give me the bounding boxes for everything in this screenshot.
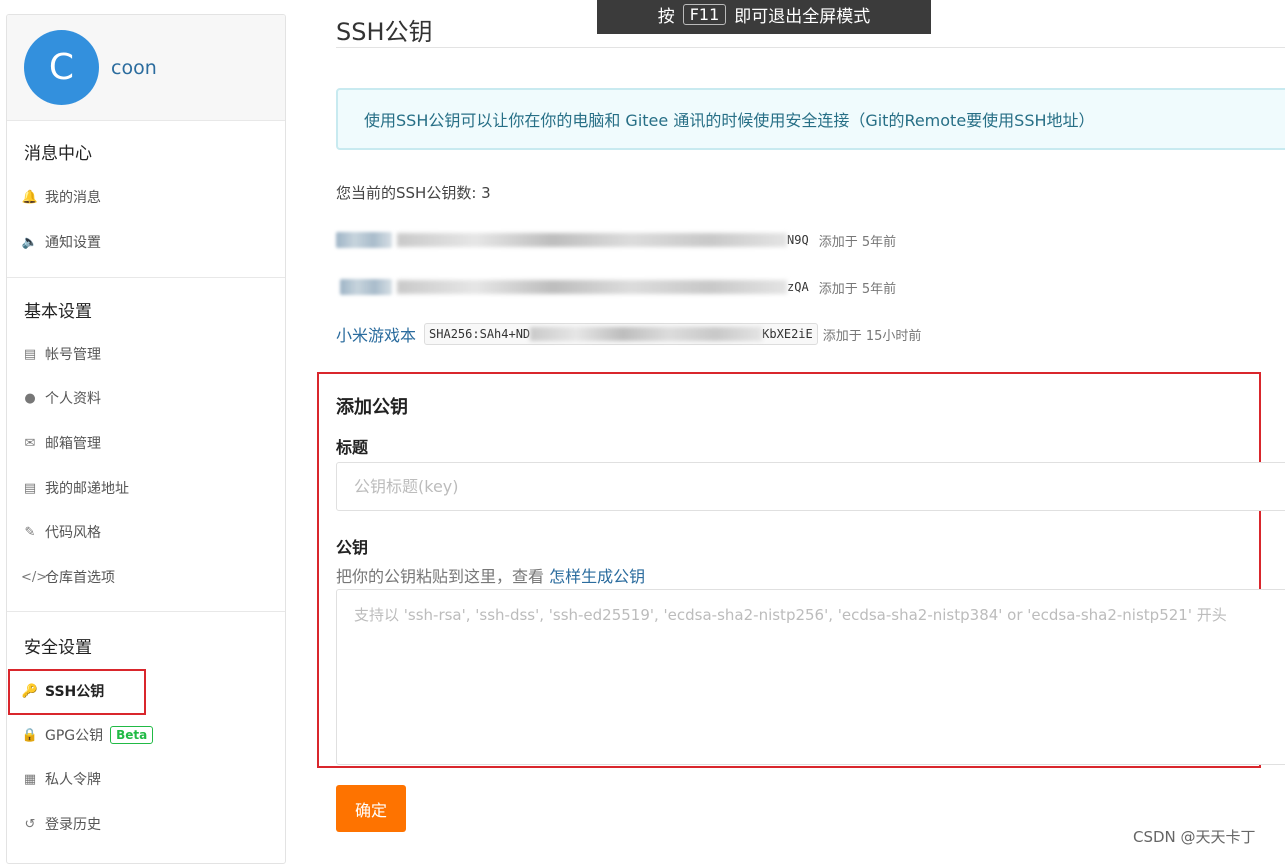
sidebar-item-label: 我的消息 xyxy=(45,190,101,206)
fullscreen-toast: 按 F11 即可退出全屏模式 xyxy=(597,0,931,34)
token-icon: ▦ xyxy=(23,771,37,787)
key-added-time: 添加于 15小时前 xyxy=(822,328,922,344)
avatar[interactable]: C xyxy=(24,30,99,105)
section-title-message-center: 消息中心 xyxy=(24,144,92,164)
sidebar-item-repo-preferences[interactable]: </> 仓库首选项 xyxy=(21,562,115,592)
key-fingerprint: SHA256:SAh4+ND KbXE2iE xyxy=(424,323,818,345)
title-divider xyxy=(336,47,1285,48)
toast-prefix: 按 xyxy=(657,6,675,27)
lock-icon: 🔒 xyxy=(21,727,39,743)
key-name: 小米游戏本 xyxy=(336,326,417,345)
key-fingerprint: N9Q xyxy=(392,229,814,251)
key-icon: 🔑 xyxy=(21,683,39,699)
key-fingerprint: zQA xyxy=(392,276,814,298)
profile-header: C coon xyxy=(7,15,285,121)
info-message: 使用SSH公钥可以让你在你的电脑和 Gitee 通讯的时候使用安全连接（Git的… xyxy=(336,88,1285,150)
key-name-redacted xyxy=(340,279,392,295)
fingerprint-end: KbXE2iE xyxy=(762,327,813,341)
sidebar-item-label: 仓库首选项 xyxy=(45,570,115,586)
sidebar-item-private-tokens[interactable]: ▦ 私人令牌 xyxy=(21,764,101,794)
key-added-time: 添加于 5年前 xyxy=(818,281,897,297)
confirm-button[interactable]: 确定 xyxy=(336,785,406,832)
address-card-icon: ▤ xyxy=(23,480,37,496)
envelope-icon: ✉ xyxy=(24,435,36,451)
sidebar-item-email[interactable]: ✉ 邮箱管理 xyxy=(21,428,101,458)
user-icon: ● xyxy=(24,390,36,406)
sidebar-item-label: 私人令牌 xyxy=(45,772,101,788)
history-icon: ↺ xyxy=(24,816,36,832)
speaker-icon: 🔈 xyxy=(21,234,39,250)
brush-icon: ✎ xyxy=(24,524,36,540)
sidebar-item-label: 代码风格 xyxy=(45,525,101,541)
ssh-key-row: 小米游戏本 SHA256:SAh4+ND KbXE2iE 添加于 15小时前 xyxy=(336,322,921,346)
sidebar-item-gpg-keys[interactable]: 🔒 GPG公钥 Beta xyxy=(21,720,154,750)
page-title: SSH公钥 xyxy=(336,18,433,46)
toast-suffix: 即可退出全屏模式 xyxy=(734,6,871,27)
sidebar-item-label: 邮箱管理 xyxy=(45,436,101,452)
ssh-key-count: 您当前的SSH公钥数: 3 xyxy=(336,184,491,202)
watermark: CSDN @天天卡丁 xyxy=(1133,828,1256,846)
code-icon: </> xyxy=(21,569,48,585)
title-label: 标题 xyxy=(336,438,369,457)
public-key-label: 公钥 xyxy=(336,538,369,557)
fingerprint-end: N9Q xyxy=(787,233,809,247)
sidebar-item-profile[interactable]: ● 个人资料 xyxy=(21,383,101,413)
sidebar-item-account[interactable]: ▤ 帐号管理 xyxy=(21,339,101,369)
beta-badge: Beta xyxy=(110,726,154,744)
sidebar-item-login-history[interactable]: ↺ 登录历史 xyxy=(21,809,101,839)
sidebar-item-my-messages[interactable]: 🔔 我的消息 xyxy=(21,182,101,212)
fingerprint-end: zQA xyxy=(787,280,809,294)
key-name-redacted xyxy=(336,232,392,248)
ssh-key-row: zQA 添加于 5年前 xyxy=(336,275,896,299)
sidebar: C coon 消息中心 🔔 我的消息 🔈 通知设置 基本设置 ▤ 帐号管理 ● … xyxy=(6,14,286,864)
sidebar-item-label: 登录历史 xyxy=(45,817,101,833)
sidebar-item-notification-settings[interactable]: 🔈 通知设置 xyxy=(21,227,101,257)
key-title-input[interactable] xyxy=(336,462,1285,511)
sidebar-item-label: 通知设置 xyxy=(45,235,101,251)
public-key-hint: 把你的公钥粘贴到这里，查看 怎样生成公钥 xyxy=(336,563,645,587)
sidebar-item-label: 个人资料 xyxy=(45,391,101,407)
section-title-security-settings: 安全设置 xyxy=(24,638,92,658)
username-link[interactable]: coon xyxy=(111,57,157,79)
sidebar-item-address[interactable]: ▤ 我的邮递地址 xyxy=(21,473,129,503)
sidebar-item-label: 我的邮递地址 xyxy=(45,481,129,497)
id-card-icon: ▤ xyxy=(23,346,37,362)
sidebar-item-label: SSH公钥 xyxy=(45,684,105,700)
ssh-key-row: N9Q 添加于 5年前 xyxy=(336,228,896,252)
key-added-time: 添加于 5年前 xyxy=(818,234,897,250)
sidebar-item-ssh-keys[interactable]: 🔑 SSH公钥 xyxy=(21,676,104,706)
fingerprint-redacted xyxy=(397,233,787,247)
divider xyxy=(7,277,285,278)
section-title-basic-settings: 基本设置 xyxy=(24,302,92,322)
public-key-textarea[interactable] xyxy=(336,589,1285,765)
fingerprint-start: SHA256:SAh4+ND xyxy=(429,327,531,341)
sidebar-item-label: 帐号管理 xyxy=(45,347,101,363)
fingerprint-redacted xyxy=(397,280,787,294)
hint-text: 把你的公钥粘贴到这里，查看 xyxy=(336,567,545,586)
add-key-heading: 添加公钥 xyxy=(336,397,408,418)
toast-key: F11 xyxy=(682,3,727,25)
sidebar-item-label: GPG公钥 xyxy=(45,728,104,744)
sidebar-item-code-style[interactable]: ✎ 代码风格 xyxy=(21,517,101,547)
how-to-generate-link[interactable]: 怎样生成公钥 xyxy=(549,567,645,586)
divider xyxy=(7,611,285,612)
fingerprint-redacted xyxy=(530,327,763,341)
bell-icon: 🔔 xyxy=(21,189,39,205)
